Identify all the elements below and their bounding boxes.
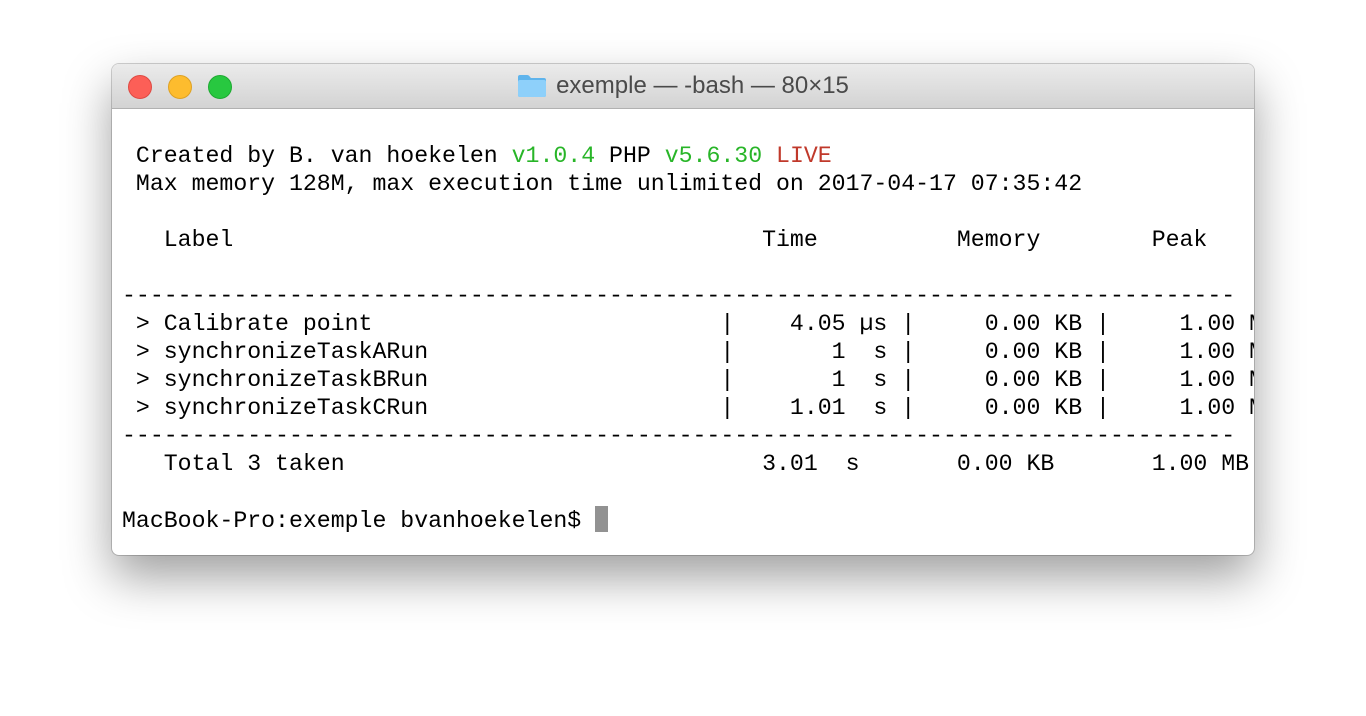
- table-row: > synchronizeTaskCRun | 1.01 s | 0.00 KB…: [122, 395, 1254, 421]
- title-bar[interactable]: exemple — -bash — 80×15: [112, 64, 1254, 109]
- credit-line: Created by B. van hoekelen v1.0.4 PHP v5…: [122, 142, 1244, 170]
- terminal-output[interactable]: Created by B. van hoekelen v1.0.4 PHP v5…: [122, 142, 1254, 534]
- php-version-text: v5.6.30: [664, 143, 763, 169]
- window-title-text: exemple — -bash — 80×15: [556, 72, 849, 99]
- table-row: > synchronizeTaskBRun | 1 s | 0.00 KB | …: [122, 367, 1254, 393]
- table-row: > Calibrate point | 4.05 µs | 0.00 KB | …: [122, 311, 1254, 337]
- separator-top: ----------------------------------------…: [122, 283, 1236, 309]
- live-badge: LIVE: [762, 143, 832, 169]
- total-row: Total 3 taken 3.01 s 0.00 KB 1.00 MB: [122, 451, 1250, 477]
- folder-icon: [518, 75, 547, 97]
- text-cursor: [595, 506, 609, 532]
- php-label: PHP: [595, 143, 665, 169]
- table-header: Label Time Memory Peak: [122, 227, 1208, 253]
- terminal-window: exemple — -bash — 80×15 Created by B. va…: [112, 64, 1254, 555]
- credit-prefix: Created by B. van hoekelen: [122, 143, 512, 169]
- prompt-line[interactable]: MacBook-Pro:exemple bvanhoekelen$: [122, 506, 1244, 534]
- memory-line: Max memory 128M, max execution time unli…: [122, 171, 1083, 197]
- separator-bottom: ----------------------------------------…: [122, 423, 1236, 449]
- version-text: v1.0.4: [511, 143, 596, 169]
- shell-prompt: MacBook-Pro:exemple bvanhoekelen$: [122, 508, 596, 534]
- window-title: exemple — -bash — 80×15: [112, 64, 1254, 108]
- table-row: > synchronizeTaskARun | 1 s | 0.00 KB | …: [122, 339, 1254, 365]
